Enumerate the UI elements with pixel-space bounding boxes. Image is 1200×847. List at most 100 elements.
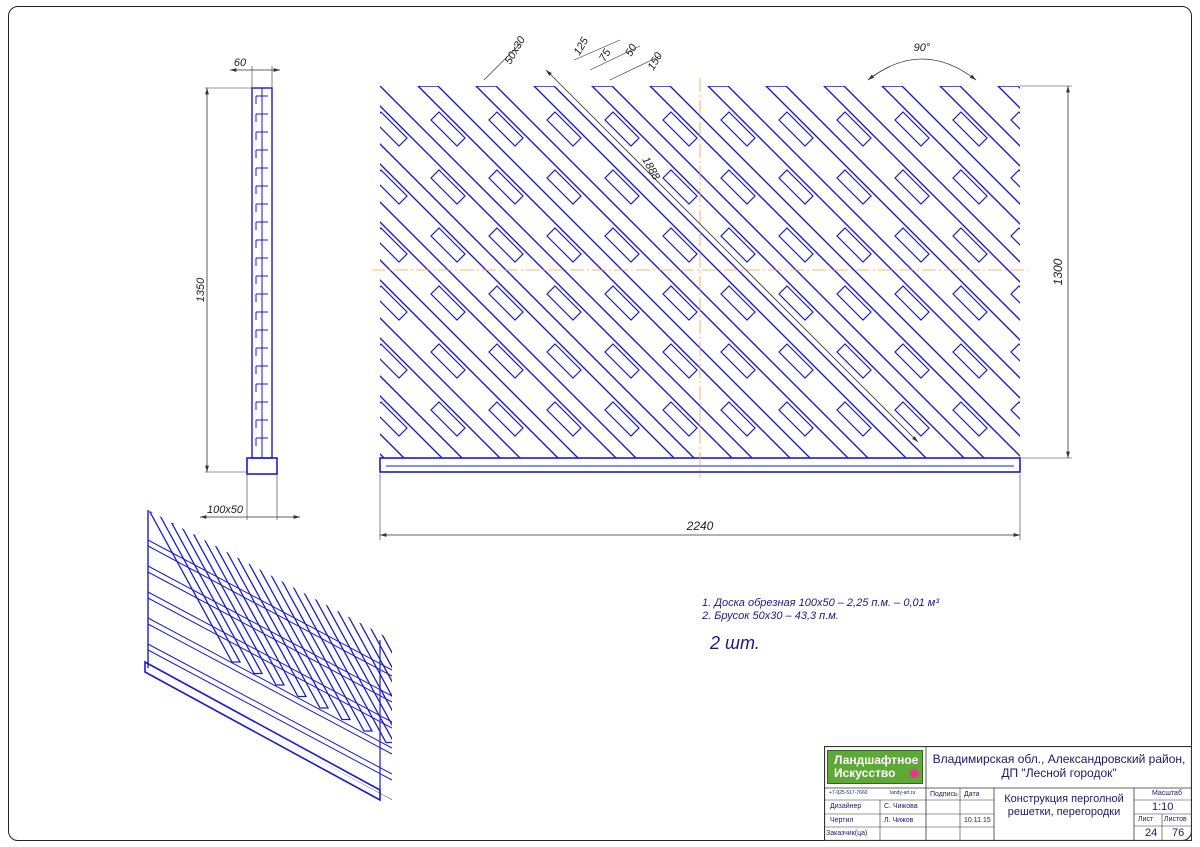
lattice-cross-piece — [488, 169, 524, 205]
lattice-cross-piece — [315, 286, 349, 320]
lattice-cross-piece — [836, 227, 872, 263]
lattice-cross-piece — [604, 285, 640, 321]
lattice-diagonal-batten — [939, 86, 1020, 167]
lattice-cross-piece — [778, 285, 814, 321]
lattice-cross-piece — [952, 227, 988, 263]
lattice-cross-piece — [836, 111, 872, 147]
lattice-cross-piece — [315, 228, 349, 262]
lattice-cross-piece — [315, 344, 349, 378]
lattice-cross-piece — [720, 227, 756, 263]
lattice-cross-piece — [1185, 518, 1200, 552]
lattice-cross-piece — [836, 401, 872, 437]
lattice-cross-piece — [380, 169, 408, 205]
lattice-cross-piece — [1127, 228, 1161, 262]
lattice-cross-piece — [1011, 460, 1045, 494]
lattice-cross-piece — [1185, 460, 1200, 494]
lattice-cross-piece — [720, 111, 756, 147]
lattice-cross-piece — [952, 169, 988, 205]
lattice-diagonal-batten — [380, 259, 579, 458]
lattice-cross-piece — [488, 111, 524, 147]
name-designer: С. Чижова — [884, 803, 918, 810]
lattice-cross-piece — [1010, 227, 1020, 246]
lattice-cross-piece — [141, 112, 175, 146]
dim-spacing-1: 125 — [572, 35, 592, 58]
lattice-cross-piece — [430, 343, 466, 379]
company-phone: +7-925-517-7660 — [829, 790, 868, 796]
lattice-cross-piece — [546, 111, 582, 147]
lattice-cross-piece — [83, 112, 117, 146]
role-client: Заказчик(ца) — [826, 830, 868, 837]
lattice-cross-piece — [662, 169, 698, 205]
lattice-cross-piece — [315, 170, 349, 204]
lattice-cross-piece — [779, 460, 813, 494]
lattice-cross-piece — [83, 170, 117, 204]
lattice-cross-piece — [952, 285, 988, 321]
lattice-diagonal-batten — [765, 86, 1020, 341]
company-logo: Ландшафтное Искусство — [827, 750, 923, 784]
lattice-cross-piece — [1010, 169, 1020, 188]
lattice-cross-piece — [894, 169, 930, 205]
scale-value: 1:10 — [1152, 801, 1174, 813]
lattice-cross-piece — [952, 343, 988, 379]
dim-diagonal: 1888 — [639, 155, 662, 183]
lattice-cross-piece — [0, 170, 1, 204]
lattice-cross-piece — [141, 286, 175, 320]
drawing-title: Конструкция перголной решетки, перегород… — [1004, 793, 1124, 818]
lattice-cross-piece — [257, 460, 291, 494]
lattice-cross-piece — [663, 460, 697, 494]
dim-batten: 50x30 — [503, 34, 529, 67]
lattice-cross-piece — [1010, 285, 1020, 304]
isometric-view — [144, 510, 392, 802]
lattice-cross-piece — [778, 401, 814, 437]
lattice-diagonal-batten — [1056, 86, 1200, 466]
project-location: Владимирская обл., Александровский район… — [932, 752, 1186, 780]
dim-side-width: 60 — [234, 57, 247, 69]
lattice-cross-piece — [547, 460, 581, 494]
lattice-cross-piece — [489, 460, 523, 494]
lattice-cross-piece — [1127, 170, 1161, 204]
lattice-cross-piece — [380, 401, 408, 437]
lattice-cross-piece — [720, 169, 756, 205]
lattice-cross-piece — [604, 169, 640, 205]
lattice-cross-piece — [604, 343, 640, 379]
header-sheets: Листов — [1164, 816, 1187, 823]
lattice-cross-piece — [952, 401, 988, 437]
lattice-diagonal-batten — [380, 433, 405, 458]
lattice-cross-piece — [1185, 112, 1200, 146]
lattice-cross-piece — [430, 111, 466, 147]
lattice-cross-piece — [1185, 228, 1200, 262]
header-sheet: Лист — [1138, 816, 1154, 823]
lattice-cross-piece — [315, 112, 349, 146]
lattice-cross-piece — [1127, 286, 1161, 320]
lattice-diagonal-batten — [380, 201, 637, 458]
sheet-number: 24 — [1145, 827, 1158, 839]
dim-angle-arc — [867, 58, 977, 81]
lattice-cross-piece — [604, 401, 640, 437]
lattice-cross-piece — [141, 170, 175, 204]
lattice-diagonal-batten — [881, 86, 1020, 225]
lattice-cross-piece — [199, 112, 233, 146]
iso-cross-line — [148, 565, 392, 697]
lattice-cross-piece — [488, 285, 524, 321]
drawing-date: 10.11.15 — [964, 817, 991, 824]
dim-side-post: 100x50 — [207, 504, 244, 516]
lattice-cross-piece — [25, 112, 59, 146]
lattice-cross-piece — [488, 343, 524, 379]
lattice-cross-piece — [1185, 286, 1200, 320]
lattice-cross-piece — [720, 285, 756, 321]
lattice-diagonal-batten — [417, 86, 811, 458]
lattice-cross-piece — [895, 460, 929, 494]
front-view: 2240 1300 1888 50x30 125 75 50 150 90° — [0, 34, 1200, 552]
logo-line-2: Искусство — [834, 766, 896, 780]
lattice-cross-piece — [778, 227, 814, 263]
lattice-cross-piece — [894, 111, 930, 147]
lattice-cross-piece — [141, 228, 175, 262]
lattice-cross-piece — [1127, 402, 1161, 436]
dim-spacing-4: 150 — [646, 50, 666, 73]
role-designer: Дизайнер — [830, 803, 862, 810]
lattice-cross-piece — [662, 285, 698, 321]
header-date: Дата — [964, 791, 980, 798]
lattice-cross-piece — [199, 170, 233, 204]
lattice-cross-piece — [1127, 344, 1161, 378]
company-site: landy-art.ru — [890, 790, 916, 796]
